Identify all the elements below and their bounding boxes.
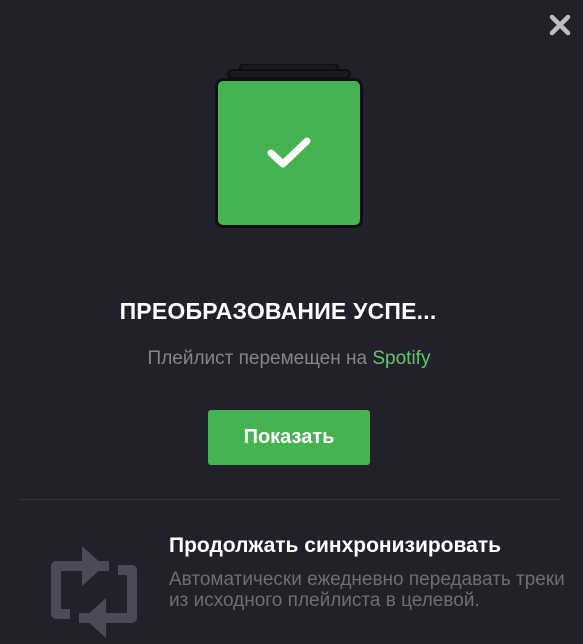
close-button[interactable] xyxy=(547,12,573,38)
checkmark-icon xyxy=(267,137,311,168)
show-button[interactable]: Показать xyxy=(208,410,370,465)
sync-arrows-icon xyxy=(51,546,137,638)
destination-service-name: Spotify xyxy=(372,348,431,369)
sync-option-description: Автоматически ежедневно передавать треки… xyxy=(169,569,565,611)
subtitle-text: Плейлист перемещен на xyxy=(147,348,373,369)
dialog-title: ПРЕОБРАЗОВАНИЕ УСПЕ... xyxy=(119,298,437,324)
keep-syncing-option[interactable]: Продолжать синхронизировать Автоматическ… xyxy=(0,500,583,644)
success-status-tile xyxy=(215,78,363,228)
stacked-tile-edge xyxy=(227,64,351,78)
success-dialog: ПРЕОБРАЗОВАНИЕ УСПЕ... Плейлист перемеще… xyxy=(0,0,583,644)
close-icon xyxy=(549,14,571,36)
dialog-subtitle: Плейлист перемещен на Spotify xyxy=(0,348,578,370)
sync-option-title: Продолжать синхронизировать xyxy=(169,534,502,557)
